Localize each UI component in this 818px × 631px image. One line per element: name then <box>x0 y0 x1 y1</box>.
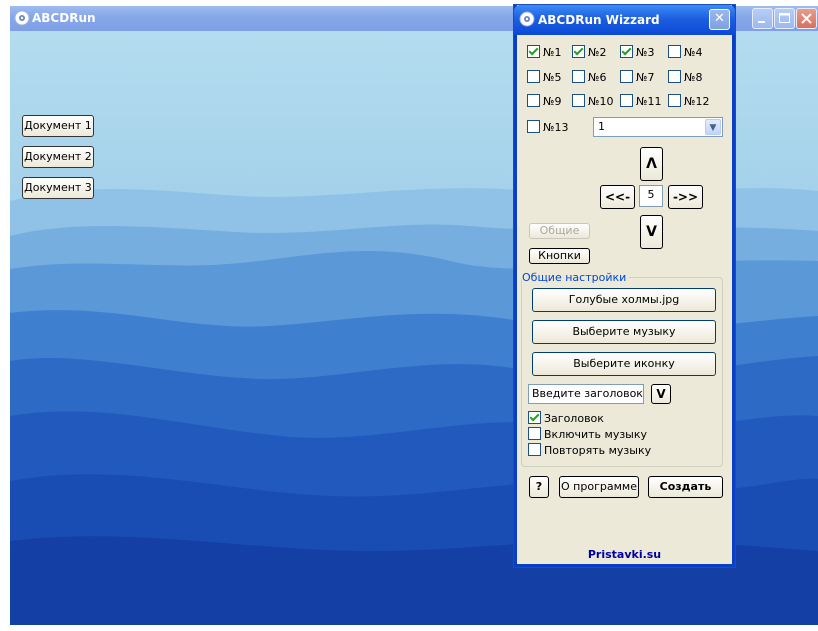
background-file-button[interactable]: Голубые холмы.jpg <box>532 288 716 312</box>
help-button[interactable]: ? <box>529 476 549 498</box>
checkbox-box[interactable] <box>620 94 633 107</box>
nav-value-field[interactable]: 5 <box>639 185 663 207</box>
checkbox-box[interactable] <box>528 411 541 424</box>
wizard-body: №1 №2 №3 №4 №5 №6 №7 №8 №9 №10 №11 №12 №… <box>517 35 732 564</box>
close-icon: ✕ <box>714 11 725 26</box>
checkbox-13[interactable]: №13 <box>527 120 568 135</box>
wizard-title: ABCDRun Wizzard <box>538 13 660 27</box>
checkbox-3[interactable]: №3 <box>620 45 654 60</box>
checkbox-label: №13 <box>543 121 569 134</box>
nav-down-button[interactable]: V <box>640 215 663 249</box>
checkbox-box[interactable] <box>527 70 540 83</box>
checkbox-box[interactable] <box>668 70 681 83</box>
checkbox-label: №10 <box>588 95 614 108</box>
checkbox-label: Повторять музыку <box>544 444 652 457</box>
checkbox-box[interactable] <box>527 120 540 133</box>
checkbox-label: №3 <box>636 46 655 59</box>
app-icon <box>14 10 30 26</box>
checkbox-box[interactable] <box>572 70 585 83</box>
maximize-button[interactable] <box>774 8 795 29</box>
checkbox-label: №7 <box>636 71 655 84</box>
checkbox-box[interactable] <box>620 70 633 83</box>
checkbox-label: №4 <box>684 46 703 59</box>
title-input[interactable]: Введите заголовок <box>528 384 644 404</box>
checkbox-6[interactable]: №6 <box>572 70 606 85</box>
option-repeat-music-checkbox[interactable]: Повторять музыку <box>528 443 651 458</box>
checkbox-10[interactable]: №10 <box>572 94 613 109</box>
maximize-icon <box>779 13 790 23</box>
document-2-button[interactable]: Документ 2 <box>22 146 94 168</box>
checkbox-11[interactable]: №11 <box>620 94 661 109</box>
checkbox-box[interactable] <box>620 45 633 58</box>
nav-right-button[interactable]: ->> <box>668 185 703 209</box>
wizard-close-button[interactable]: ✕ <box>709 9 730 30</box>
checkbox-9[interactable]: №9 <box>527 94 561 109</box>
document-1-button[interactable]: Документ 1 <box>22 115 94 137</box>
checkbox-box[interactable] <box>668 45 681 58</box>
option-title-checkbox[interactable]: Заголовок <box>528 411 604 426</box>
group-label: Общие настройки <box>522 271 630 284</box>
close-icon <box>801 13 812 24</box>
checkbox-label: №11 <box>636 95 662 108</box>
checkbox-box[interactable] <box>572 45 585 58</box>
checkbox-label: №6 <box>588 71 607 84</box>
checkbox-2[interactable]: №2 <box>572 45 606 60</box>
checkbox-1[interactable]: №1 <box>527 45 561 60</box>
checkbox-label: №9 <box>543 95 562 108</box>
nav-left-button[interactable]: <<- <box>600 185 635 209</box>
close-button[interactable] <box>796 8 817 29</box>
checkbox-box[interactable] <box>572 94 585 107</box>
title-dropdown-button[interactable]: V <box>651 384 671 404</box>
checkbox-box[interactable] <box>528 443 541 456</box>
checkbox-label: №1 <box>543 46 562 59</box>
general-button[interactable]: Общие <box>529 223 590 239</box>
checkbox-5[interactable]: №5 <box>527 70 561 85</box>
buttons-button[interactable]: Кнопки <box>529 248 590 264</box>
document-3-button[interactable]: Документ 3 <box>22 177 94 199</box>
wizard-window: ABCDRun Wizzard ✕ №1 №2 №3 №4 №5 №6 №7 №… <box>514 5 735 567</box>
checkbox-label: №2 <box>588 46 607 59</box>
checkbox-12[interactable]: №12 <box>668 94 709 109</box>
checkbox-4[interactable]: №4 <box>668 45 702 60</box>
create-button[interactable]: Создать <box>648 476 723 498</box>
checkbox-label: №12 <box>684 95 710 108</box>
wizard-titlebar[interactable]: ABCDRun Wizzard ✕ <box>514 5 735 35</box>
checkbox-box[interactable] <box>527 94 540 107</box>
checkbox-8[interactable]: №8 <box>668 70 702 85</box>
checkbox-label: №8 <box>684 71 703 84</box>
select-music-button[interactable]: Выберите музыку <box>532 320 716 344</box>
combobox-value: 1 <box>598 120 605 133</box>
checkbox-label: Включить музыку <box>544 428 648 441</box>
select-icon-button[interactable]: Выберите иконку <box>532 352 716 376</box>
chevron-down-icon[interactable]: ▼ <box>705 119 721 135</box>
checkbox-label: Заголовок <box>544 412 604 425</box>
app-icon <box>519 11 535 27</box>
main-window-title: ABCDRun <box>32 11 96 25</box>
minimize-button[interactable] <box>752 8 773 29</box>
checkbox-7[interactable]: №7 <box>620 70 654 85</box>
checkbox-box[interactable] <box>528 427 541 440</box>
number-combobox[interactable]: 1 ▼ <box>593 117 723 137</box>
about-button[interactable]: О программе <box>559 476 639 498</box>
general-settings-group: Общие настройки Голубые холмы.jpg Выбери… <box>521 271 723 467</box>
checkbox-label: №5 <box>543 71 562 84</box>
nav-up-button[interactable]: Λ <box>640 147 663 181</box>
minimize-icon <box>758 21 765 23</box>
option-enable-music-checkbox[interactable]: Включить музыку <box>528 427 647 442</box>
checkbox-box[interactable] <box>527 45 540 58</box>
footer-link[interactable]: Pristavki.su <box>517 548 732 561</box>
checkbox-box[interactable] <box>668 94 681 107</box>
